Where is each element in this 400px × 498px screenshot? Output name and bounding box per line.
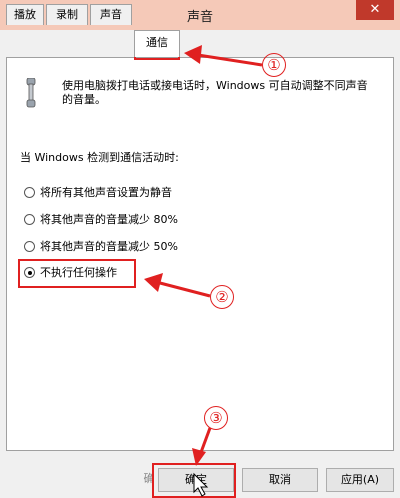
tab-label: 声音 <box>100 8 122 21</box>
tab-label: 播放 <box>14 8 36 21</box>
tab-recording[interactable]: 录制 <box>46 4 88 25</box>
option-label: 将其他声音的音量减少 80% <box>40 213 178 226</box>
detection-section-label: 当 Windows 检测到通信活动时: <box>20 151 179 164</box>
apply-button[interactable]: 应用(A) <box>326 468 394 492</box>
option-label: 将其他声音的音量减少 50% <box>40 240 178 253</box>
tab-label: 通信 <box>146 36 168 49</box>
close-icon: ✕ <box>369 2 381 17</box>
communication-description: 使用电脑拨打电话或接电话时，Windows 可自动调整不同声音的音量。 <box>62 79 368 106</box>
option-label: 将所有其他声音设置为静音 <box>40 186 172 199</box>
tab-label: 录制 <box>56 8 78 21</box>
radio-button[interactable] <box>24 241 35 252</box>
apply-label: 应用(A) <box>340 473 380 486</box>
highlight-box-option <box>18 259 136 288</box>
tab-playback[interactable]: 播放 <box>6 4 44 25</box>
radio-button[interactable] <box>24 214 35 225</box>
tab-sounds[interactable]: 声音 <box>90 4 132 25</box>
close-button[interactable]: ✕ <box>356 0 394 20</box>
annotation-number-2: ② <box>210 285 234 309</box>
tab-communications[interactable]: 通信 <box>134 30 180 57</box>
cancel-button[interactable]: 取消 <box>242 468 318 492</box>
radio-button[interactable] <box>24 187 35 198</box>
annotation-number-1: ① <box>262 53 286 77</box>
cancel-label: 取消 <box>269 473 291 486</box>
annotation-number-3: ③ <box>204 406 228 430</box>
telephone-handset-icon <box>26 78 36 108</box>
highlight-box-ok <box>152 463 236 498</box>
